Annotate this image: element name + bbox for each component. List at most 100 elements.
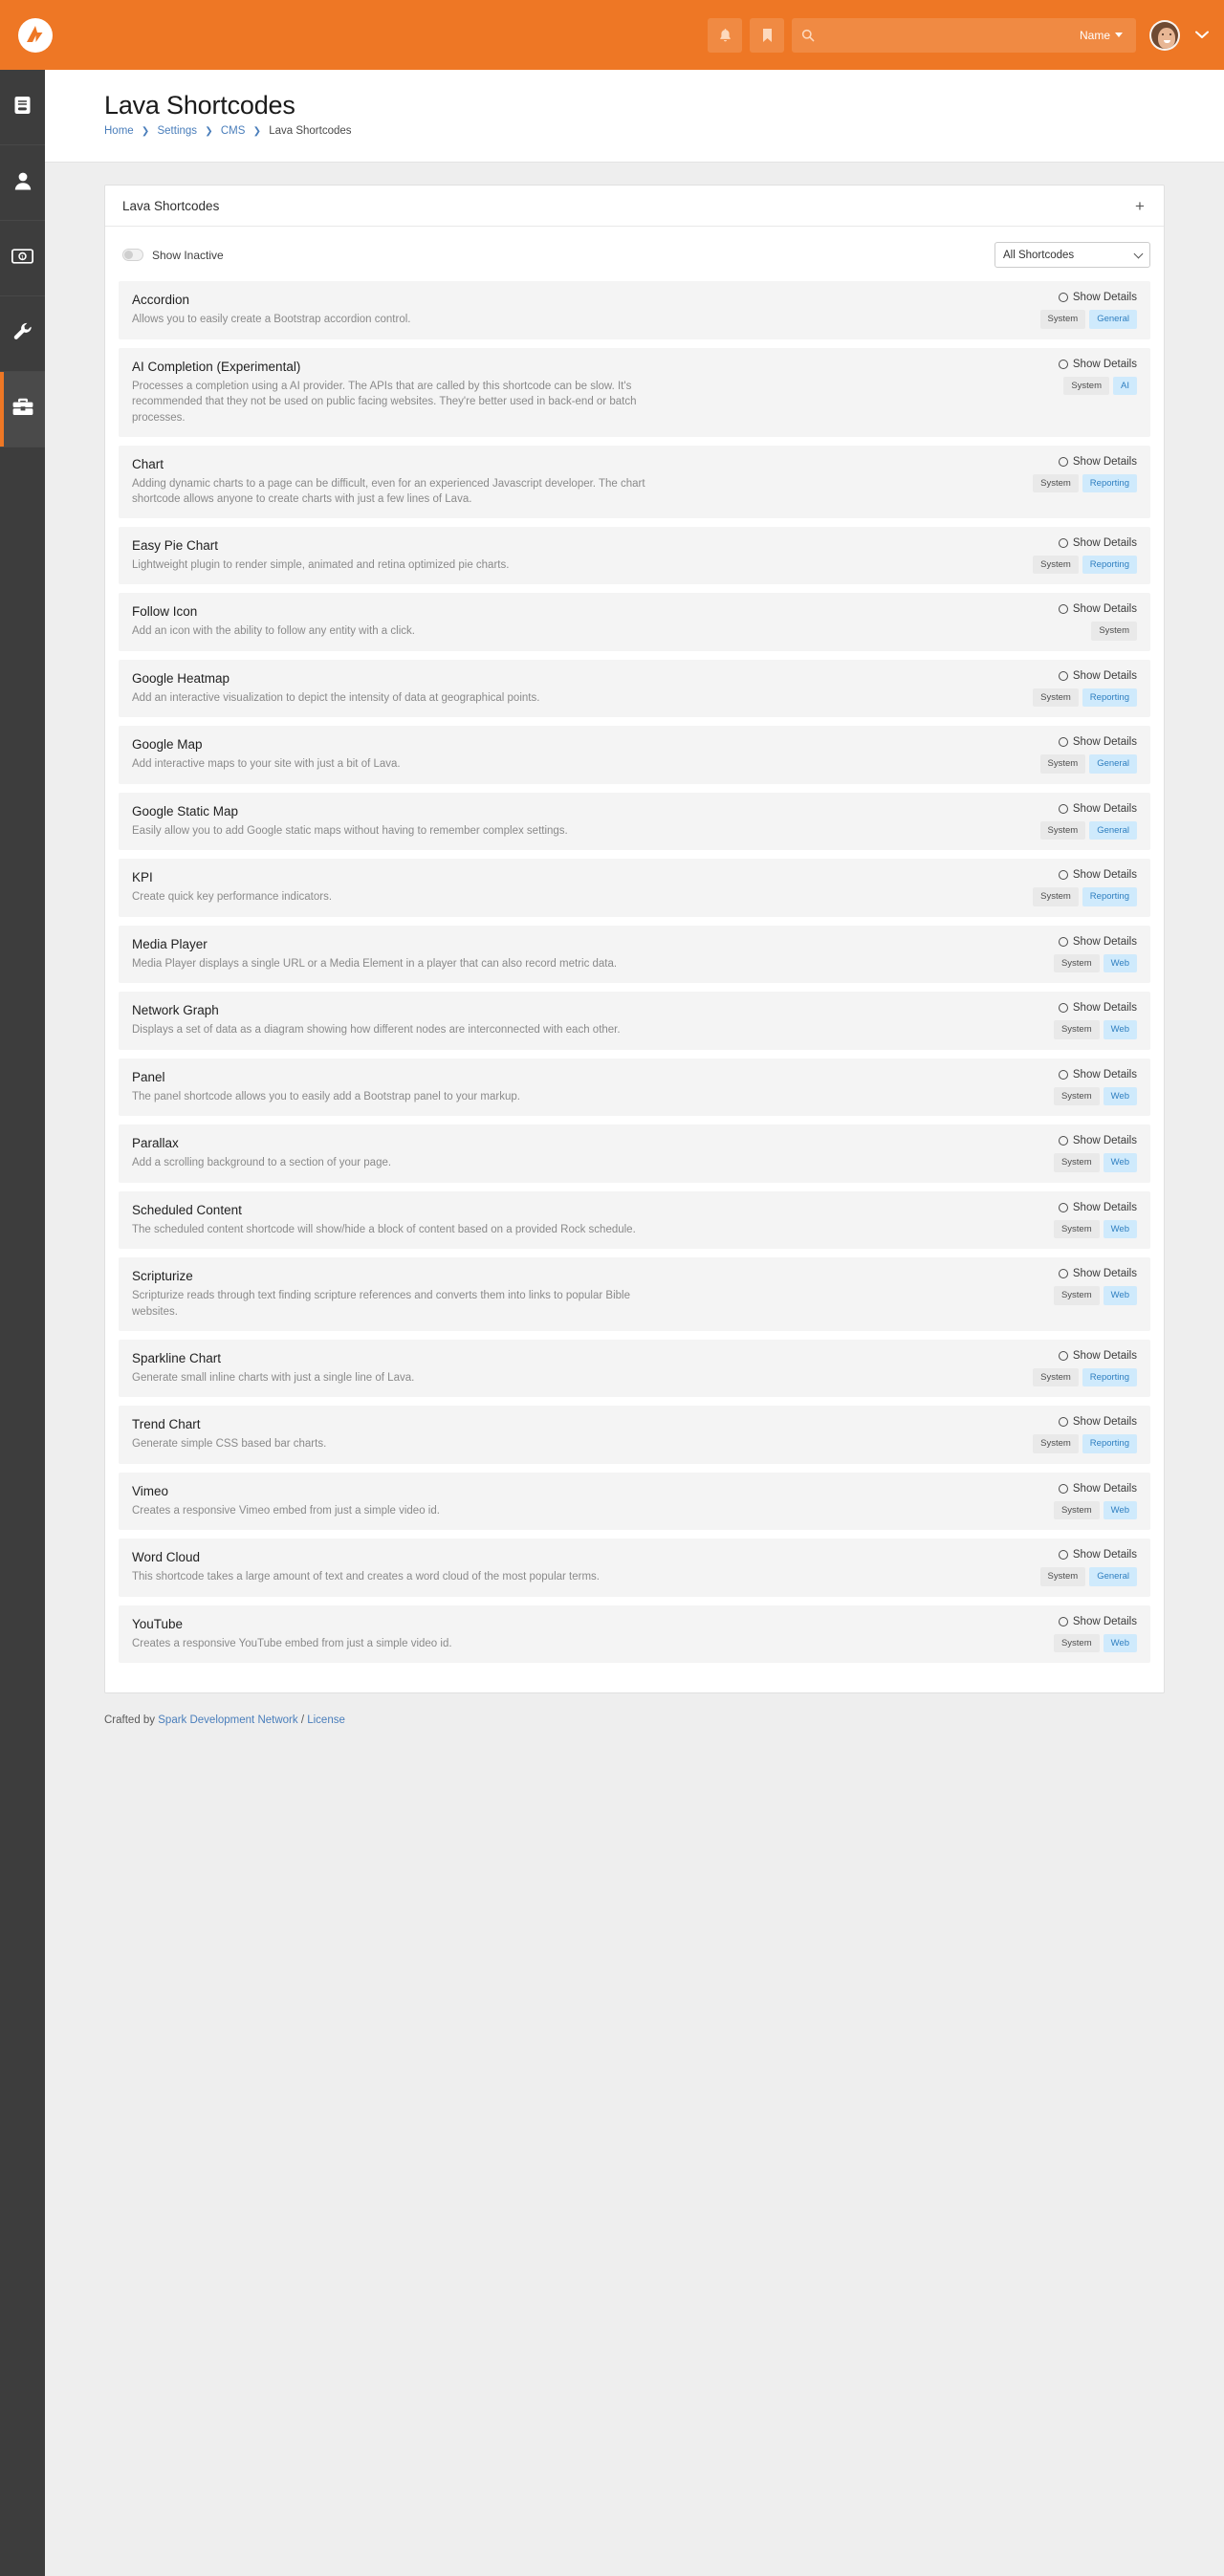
shortcode-list-item[interactable]: Google Map Add interactive maps to your s… xyxy=(119,726,1150,784)
show-details-button[interactable]: Show Details xyxy=(1058,1202,1137,1213)
shortcode-list-item[interactable]: Parallax Add a scrolling background to a … xyxy=(119,1124,1150,1183)
add-shortcode-button[interactable]: + xyxy=(1129,195,1150,216)
shortcode-actions: Show Details System General xyxy=(1030,803,1137,840)
user-menu-chevron-down-icon[interactable] xyxy=(1195,29,1209,41)
status-badge: System xyxy=(1053,1219,1100,1239)
shortcodes-panel: Lava Shortcodes + Show Inactive All Shor… xyxy=(104,185,1165,1694)
left-sidebar: 1 xyxy=(0,70,45,2576)
sidebar-item-cms[interactable] xyxy=(0,70,45,145)
sidebar-item-admin[interactable] xyxy=(0,372,45,448)
breadcrumb-item-cms[interactable]: CMS xyxy=(221,125,246,137)
show-details-button[interactable]: Show Details xyxy=(1058,802,1137,815)
sidebar-item-tools[interactable] xyxy=(0,296,45,372)
bell-icon[interactable] xyxy=(708,17,742,53)
shortcode-name: Scheduled Content xyxy=(132,1202,242,1217)
shortcode-list-item[interactable]: Trend Chart Generate simple CSS based bar… xyxy=(119,1406,1150,1464)
footer-org-link[interactable]: Spark Development Network xyxy=(158,1714,297,1726)
show-details-button[interactable]: Show Details xyxy=(1058,1416,1137,1429)
breadcrumb: Home ❯ Settings ❯ CMS ❯ Lava Shortcodes xyxy=(104,125,1224,137)
shortcode-list-item[interactable]: AI Completion (Experimental) Processes a … xyxy=(119,347,1150,437)
show-details-label: Show Details xyxy=(1072,1002,1137,1015)
search-input[interactable] xyxy=(815,28,1080,42)
show-details-button[interactable]: Show Details xyxy=(1058,670,1137,682)
page-footer: Crafted by Spark Development Network / L… xyxy=(45,1693,1224,1752)
show-details-button[interactable]: Show Details xyxy=(1058,936,1137,948)
show-details-button[interactable]: Show Details xyxy=(1058,1002,1137,1015)
status-badge: System xyxy=(1053,1500,1100,1520)
show-details-button[interactable]: Show Details xyxy=(1058,1069,1137,1081)
shortcode-list-item[interactable]: Chart Adding dynamic charts to a page can… xyxy=(119,445,1150,518)
shortcode-badges: System Web xyxy=(1053,1500,1137,1520)
show-details-button[interactable]: Show Details xyxy=(1058,537,1137,549)
shortcode-name: Follow Icon xyxy=(132,604,198,620)
show-details-button[interactable]: Show Details xyxy=(1058,1135,1137,1146)
show-details-button[interactable]: Show Details xyxy=(1058,1549,1137,1561)
show-details-button[interactable]: Show Details xyxy=(1058,1483,1137,1495)
breadcrumb-item-settings[interactable]: Settings xyxy=(157,125,197,137)
shortcode-list-item[interactable]: Media Player Media Player displays a sing… xyxy=(119,925,1150,984)
shortcodes-list: Accordion Allows you to easily create a B… xyxy=(105,281,1164,1692)
show-details-button[interactable]: Show Details xyxy=(1058,1616,1137,1627)
shortcode-list-item[interactable]: Google Static Map Easily allow you to add… xyxy=(119,792,1150,851)
shortcode-list-item[interactable]: Easy Pie Chart Lightweight plugin to rend… xyxy=(119,526,1150,585)
shortcode-badges: System Reporting xyxy=(1033,887,1137,906)
show-details-button[interactable]: Show Details xyxy=(1058,603,1137,615)
shortcode-list-item[interactable]: KPI Create quick key performance indicato… xyxy=(119,859,1150,917)
shortcode-list-item[interactable]: Follow Icon Add an icon with the ability … xyxy=(119,593,1150,651)
radio-circle-icon xyxy=(1058,803,1068,814)
show-details-label: Show Details xyxy=(1072,1416,1137,1429)
shortcode-badges: System Reporting xyxy=(1033,555,1137,575)
shortcode-filter-select[interactable]: All Shortcodes xyxy=(994,242,1150,268)
search-icon xyxy=(801,29,815,42)
radio-circle-icon xyxy=(1058,1136,1068,1146)
shortcode-description: Add an interactive visualization to depi… xyxy=(132,691,540,704)
avatar[interactable] xyxy=(1149,19,1180,51)
show-inactive-toggle[interactable] xyxy=(122,249,143,261)
status-badge: Reporting xyxy=(1082,555,1137,575)
sidebar-item-finance[interactable]: 1 xyxy=(0,221,45,296)
show-details-button[interactable]: Show Details xyxy=(1058,456,1137,468)
shortcode-list-item[interactable]: Scripturize Scripturize reads through tex… xyxy=(119,1257,1150,1331)
money-bill-icon: 1 xyxy=(11,248,34,269)
shortcode-actions: Show Details System xyxy=(1030,603,1137,641)
show-details-label: Show Details xyxy=(1072,1349,1137,1362)
shortcode-list-item[interactable]: Vimeo Creates a responsive Vimeo embed fr… xyxy=(119,1472,1150,1531)
footer-divider: / xyxy=(297,1714,308,1727)
status-badge: System xyxy=(1033,1434,1079,1453)
radio-circle-icon xyxy=(1058,1269,1068,1279)
radio-circle-icon xyxy=(1058,1069,1068,1080)
shortcode-list-item[interactable]: Accordion Allows you to easily create a B… xyxy=(119,281,1150,339)
shortcode-name: AI Completion (Experimental) xyxy=(132,359,301,374)
shortcode-list-item[interactable]: Panel The panel shortcode allows you to e… xyxy=(119,1058,1150,1117)
show-details-button[interactable]: Show Details xyxy=(1058,292,1137,303)
show-details-button[interactable]: Show Details xyxy=(1058,736,1137,748)
shortcode-info: Google Static Map Easily allow you to add… xyxy=(132,803,1030,840)
shortcode-list-item[interactable]: Google Heatmap Add an interactive visuali… xyxy=(119,659,1150,718)
sidebar-item-people[interactable] xyxy=(0,145,45,221)
shortcode-list-item[interactable]: Word Cloud This shortcode takes a large a… xyxy=(119,1539,1150,1597)
show-details-button[interactable]: Show Details xyxy=(1058,1268,1137,1279)
show-details-button[interactable]: Show Details xyxy=(1058,359,1137,370)
radio-circle-icon xyxy=(1058,1417,1068,1428)
shortcode-filter-select-wrap[interactable]: All Shortcodes xyxy=(994,242,1150,268)
shortcode-list-item[interactable]: YouTube Creates a responsive YouTube embe… xyxy=(119,1605,1150,1664)
breadcrumb-item-home[interactable]: Home xyxy=(104,125,134,137)
shortcode-name: Scripturize xyxy=(132,1269,193,1284)
shortcode-name: Google Static Map xyxy=(132,803,239,819)
rock-rms-logo[interactable] xyxy=(0,0,70,70)
status-badge: System xyxy=(1053,1286,1100,1305)
show-details-button[interactable]: Show Details xyxy=(1058,869,1137,881)
global-search[interactable]: Name xyxy=(792,17,1136,53)
show-details-button[interactable]: Show Details xyxy=(1058,1349,1137,1362)
search-scope-dropdown[interactable]: Name xyxy=(1080,29,1126,42)
shortcode-actions: Show Details System Web xyxy=(1030,1268,1137,1320)
shortcode-list-item[interactable]: Network Graph Displays a set of data as a… xyxy=(119,992,1150,1050)
shortcode-list-item[interactable]: Sparkline Chart Generate small inline cha… xyxy=(119,1339,1150,1398)
footer-license-link[interactable]: License xyxy=(307,1714,345,1726)
show-inactive-toggle-group[interactable]: Show Inactive xyxy=(122,249,224,262)
shortcode-description: The panel shortcode allows you to easily… xyxy=(132,1090,520,1102)
show-details-label: Show Details xyxy=(1072,802,1137,815)
shortcode-badges: System xyxy=(1091,622,1137,641)
bookmark-icon[interactable] xyxy=(750,17,784,53)
shortcode-list-item[interactable]: Scheduled Content The scheduled content s… xyxy=(119,1190,1150,1250)
